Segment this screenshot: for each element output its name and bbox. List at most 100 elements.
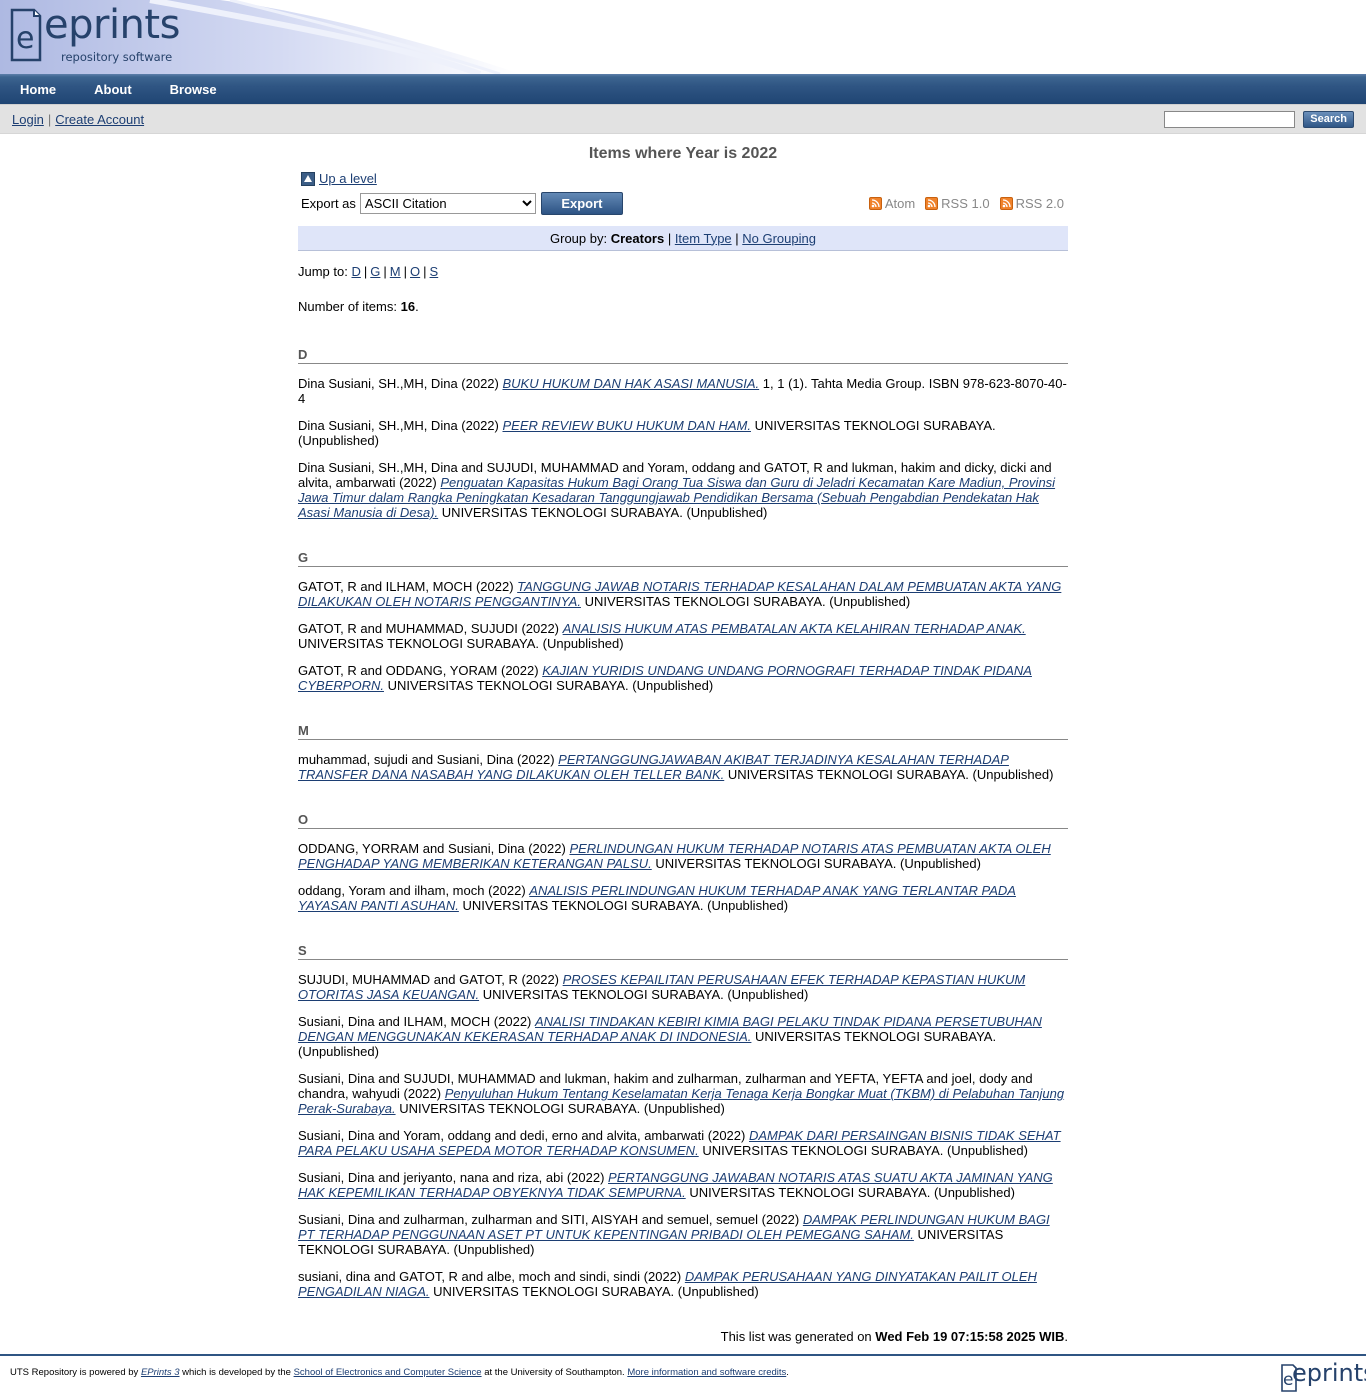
citation-publisher: UNIVERSITAS TEKNOLOGI SURABAYA. (Unpubli…: [298, 636, 624, 651]
section-heading-m: M: [298, 723, 1068, 740]
citation-item: Dina Susiani, SH.,MH, Dina and SUJUDI, M…: [298, 460, 1068, 520]
citation-authors: GATOT, R and ILHAM, MOCH (2022): [298, 579, 514, 594]
jump-link-m[interactable]: M: [390, 264, 401, 279]
citation-authors: Susiani, Dina and jeriyanto, nana and ri…: [298, 1170, 605, 1185]
group-no-grouping-link[interactable]: No Grouping: [742, 231, 816, 246]
citation-publisher: UNIVERSITAS TEKNOLOGI SURABAYA. (Unpubli…: [689, 1185, 1015, 1200]
rss-feed-icon: [868, 196, 882, 210]
footer-credits: UTS Repository is powered by EPrints 3 w…: [10, 1367, 789, 1378]
citation-item: Susiani, Dina and jeriyanto, nana and ri…: [298, 1170, 1068, 1200]
citation-item: Susiani, Dina and Yoram, oddang and dedi…: [298, 1128, 1068, 1158]
citation-sections: D Dina Susiani, SH.,MH, Dina (2022) BUKU …: [298, 347, 1068, 1299]
citation-authors: Susiani, Dina and ILHAM, MOCH (2022): [298, 1014, 532, 1029]
rss1-feed-link[interactable]: RSS 1.0: [925, 195, 990, 211]
generated-note: This list was generated on Wed Feb 19 07…: [720, 1329, 1068, 1344]
citation-publisher: UNIVERSITAS TEKNOLOGI SURABAYA. (Unpubli…: [584, 594, 911, 609]
rss1-label: RSS 1.0: [941, 195, 990, 211]
jump-link-g[interactable]: G: [370, 264, 380, 279]
section-heading-o: O: [298, 812, 1068, 829]
rss-feed-icon: [999, 196, 1013, 210]
footer-text: which is developed by the: [182, 1367, 291, 1378]
up-level-link[interactable]: Up a level: [319, 171, 377, 186]
citation-item: Dina Susiani, SH.,MH, Dina (2022) PEER R…: [298, 418, 1068, 448]
nav-browse-link[interactable]: Browse: [170, 82, 217, 97]
citation-authors: GATOT, R and MUHAMMAD, SUJUDI (2022): [298, 621, 560, 636]
footer-text: UTS Repository is powered by: [10, 1367, 139, 1378]
atom-feed-link[interactable]: Atom: [868, 195, 916, 211]
citation-authors: muhammad, sujudi and Susiani, Dina (2022…: [298, 752, 555, 767]
export-row: Export as ASCII Citation Export Atom RSS…: [298, 191, 1068, 215]
citation-publisher: UNIVERSITAS TEKNOLOGI SURABAYA. (Unpubli…: [387, 678, 714, 693]
eprints3-link[interactable]: EPrints 3: [141, 1367, 180, 1378]
citation-item: susiani, dina and GATOT, R and albe, moc…: [298, 1269, 1068, 1299]
citation-item: GATOT, R and ILHAM, MOCH (2022) TANGGUNG…: [298, 579, 1068, 609]
search-button[interactable]: Search: [1303, 110, 1354, 128]
jump-link-s[interactable]: S: [430, 264, 439, 279]
citation-publisher: UNIVERSITAS TEKNOLOGI SURABAYA. (Unpubli…: [727, 767, 1054, 782]
citation-title-link[interactable]: PEER REVIEW BUKU HUKUM DAN HAM.: [502, 418, 750, 433]
citation-authors: GATOT, R and ODDANG, YORAM (2022): [298, 663, 539, 678]
citation-authors: oddang, Yoram and ilham, moch (2022): [298, 883, 526, 898]
citation-item: Susiani, Dina and SUJUDI, MUHAMMAD and l…: [298, 1071, 1068, 1116]
export-button[interactable]: Export: [540, 191, 623, 215]
atom-label: Atom: [884, 195, 916, 211]
generated-prefix: This list was generated on: [720, 1329, 872, 1344]
up-arrow-icon[interactable]: [301, 171, 315, 186]
eprints-e-icon: e: [10, 8, 42, 62]
nav-home-link[interactable]: Home: [20, 82, 56, 97]
link-separator: |: [47, 111, 52, 127]
feed-links: Atom RSS 1.0 RSS 2.0: [868, 195, 1064, 211]
logo-tagline: repository software: [61, 50, 173, 64]
item-count-value: 16: [400, 299, 416, 314]
citation-authors: Susiani, Dina and zulharman, zulharman a…: [298, 1212, 800, 1227]
generated-date: Wed Feb 19 07:15:58 2025 WIB: [875, 1329, 1065, 1344]
group-item-type-link[interactable]: Item Type: [675, 231, 732, 246]
citation-title-link[interactable]: BUKU HUKUM DAN HAK ASASI MANUSIA.: [502, 376, 759, 391]
citation-authors: Susiani, Dina and Yoram, oddang and dedi…: [298, 1128, 746, 1143]
section-heading-s: S: [298, 943, 1068, 960]
jump-to-label: Jump to:: [298, 264, 348, 279]
footer-logo-wordmark: eprints: [1292, 1359, 1366, 1387]
rss-feed-icon: [925, 196, 939, 210]
rss2-feed-link[interactable]: RSS 2.0: [999, 195, 1064, 211]
item-count: Number of items: 16.: [298, 299, 419, 314]
create-account-link[interactable]: Create Account: [55, 112, 144, 127]
citation-item: ODDANG, YORRAM and Susiani, Dina (2022) …: [298, 841, 1068, 871]
svg-text:e: e: [16, 21, 34, 56]
citation-publisher: UNIVERSITAS TEKNOLOGI SURABAYA. (Unpubli…: [655, 856, 981, 871]
citation-item: Susiani, Dina and zulharman, zulharman a…: [298, 1212, 1068, 1257]
export-label: Export as: [301, 195, 356, 211]
footer-text: at the University of Southampton.: [484, 1367, 625, 1378]
citation-publisher: UNIVERSITAS TEKNOLOGI SURABAYA. (Unpubli…: [441, 505, 768, 520]
site-header: e eprints repository software: [0, 0, 1366, 74]
group-current: Creators: [610, 230, 665, 246]
footer-eprints-logo[interactable]: e eprints: [1280, 1359, 1366, 1393]
citation-item: Dina Susiani, SH.,MH, Dina (2022) BUKU H…: [298, 376, 1068, 406]
main-navigation: Home About Browse: [0, 74, 1366, 104]
citation-item: oddang, Yoram and ilham, moch (2022) ANA…: [298, 883, 1068, 913]
page-title: Items where Year is 2022: [588, 145, 778, 162]
citation-authors: SUJUDI, MUHAMMAD and GATOT, R (2022): [298, 972, 560, 987]
rss2-label: RSS 2.0: [1015, 195, 1064, 211]
jump-link-d[interactable]: D: [351, 264, 360, 279]
group-by-bar: Group by: Creators | Item Type | No Grou…: [298, 226, 1068, 251]
citation-publisher: UNIVERSITAS TEKNOLOGI SURABAYA. (Unpubli…: [462, 898, 789, 913]
jump-link-o[interactable]: O: [410, 264, 420, 279]
nav-about-link[interactable]: About: [94, 82, 132, 97]
more-info-link[interactable]: More information and software credits: [627, 1367, 786, 1378]
item-count-label: Number of items:: [298, 299, 397, 314]
citation-authors: Dina Susiani, SH.,MH, Dina (2022): [298, 418, 499, 433]
login-link[interactable]: Login: [12, 112, 44, 127]
footer-text: .: [786, 1367, 789, 1378]
citation-authors: Dina Susiani, SH.,MH, Dina (2022): [298, 376, 499, 391]
section-heading-d: D: [298, 347, 1068, 364]
section-heading-g: G: [298, 550, 1068, 567]
ecs-link[interactable]: School of Electronics and Computer Scien…: [294, 1367, 482, 1378]
export-format-select[interactable]: ASCII Citation: [359, 192, 536, 214]
search-box: Search: [1164, 110, 1354, 128]
account-links: Login | Create Account: [12, 112, 144, 127]
citation-title-link[interactable]: ANALISIS HUKUM ATAS PEMBATALAN AKTA KELA…: [563, 621, 1026, 636]
search-input[interactable]: [1164, 110, 1296, 128]
main-content: Items where Year is 2022 Up a level Expo…: [298, 137, 1068, 1344]
citation-publisher: UNIVERSITAS TEKNOLOGI SURABAYA. (Unpubli…: [702, 1143, 1028, 1158]
